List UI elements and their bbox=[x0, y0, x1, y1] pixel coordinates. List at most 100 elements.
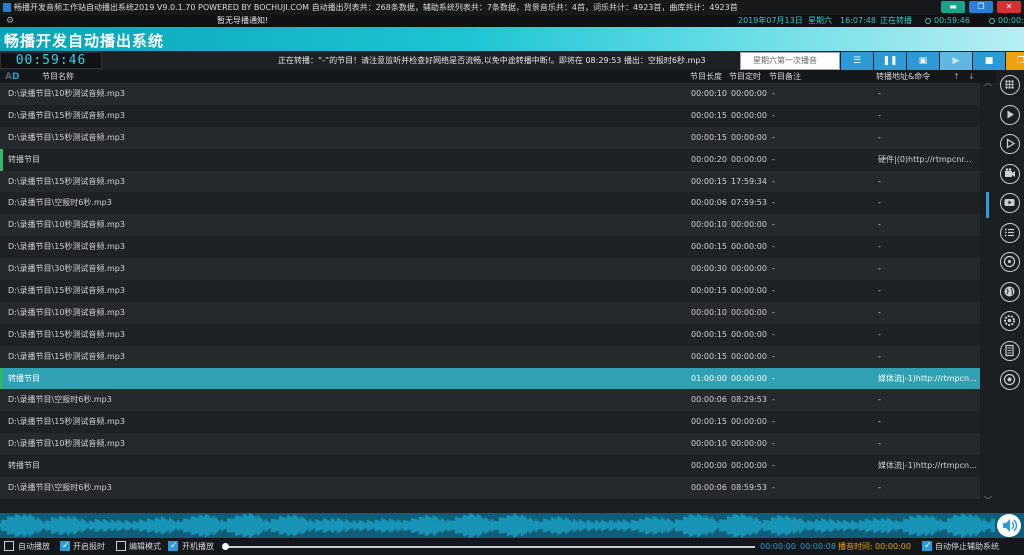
window-button[interactable]: ❐ bbox=[1006, 52, 1024, 70]
sort-down-icon[interactable]: ↓ bbox=[968, 70, 975, 83]
play-outline-icon bbox=[1006, 138, 1016, 149]
table-row[interactable]: 转播节目 01:00:00 00:00:00- 媒体流|-1)http://rtmpc… bbox=[0, 367, 980, 390]
column-name-header[interactable]: 节目名称 bbox=[42, 70, 74, 83]
table-row[interactable]: D:\录播节目\10秒测试音频.mp3 00:00:10 00:00:00- - bbox=[0, 301, 980, 324]
volume-button[interactable] bbox=[997, 514, 1021, 537]
minimize-button[interactable]: ▬ bbox=[941, 1, 965, 13]
grid-button[interactable] bbox=[1000, 75, 1020, 95]
grid-icon bbox=[1005, 80, 1014, 89]
program-scheduled-time: 00:00:00 bbox=[731, 417, 767, 427]
scroll-thumb[interactable] bbox=[986, 192, 989, 218]
program-duration: 00:00:10 bbox=[691, 307, 727, 317]
relay-address: - bbox=[878, 264, 881, 274]
table-row[interactable]: D:\录播节目\空报时6秒.mp3 00:00:06 08:29:53- - bbox=[0, 389, 980, 412]
program-duration: 00:00:10 bbox=[691, 439, 727, 449]
pause-icon: ❚❚ bbox=[882, 56, 898, 66]
relay-address: - bbox=[878, 242, 881, 252]
disc-button[interactable] bbox=[1000, 252, 1020, 272]
chrome-button[interactable] bbox=[1000, 370, 1020, 390]
play-outline-button[interactable] bbox=[1000, 134, 1020, 154]
table-row[interactable]: D:\录播节目\30秒测试音频.mp3 00:00:30 00:00:00- - bbox=[0, 258, 980, 281]
time-signal-checkbox[interactable] bbox=[60, 538, 70, 555]
auto-play-checkbox[interactable] bbox=[4, 541, 14, 551]
program-duration: 00:00:15 bbox=[691, 351, 727, 361]
program-scheduled-time: 00:00:00 bbox=[731, 220, 767, 230]
power-on-play-checkbox[interactable] bbox=[168, 538, 178, 555]
table-row[interactable]: 转播节目 00:00:20 00:00:00- 硬件|(0)http://rtmpcn… bbox=[0, 148, 980, 171]
save-button[interactable]: ▣ bbox=[907, 52, 939, 70]
table-row[interactable]: 转播节目 00:00:00 00:00:00- 媒体流|-1)http://rtmpc… bbox=[0, 455, 980, 478]
close-button[interactable]: ✕ bbox=[997, 1, 1021, 13]
progress-knob[interactable] bbox=[222, 543, 229, 550]
relay-address: 硬件|(0)http://rtmpcnr... bbox=[878, 154, 972, 164]
program-name: 转播节目 bbox=[8, 373, 40, 383]
auto-stop-aux-checkbox[interactable] bbox=[922, 538, 932, 555]
program-scheduled-time: 00:00:00 bbox=[731, 242, 767, 252]
scroll-down-icon[interactable]: ﹀ bbox=[982, 496, 994, 506]
program-duration: 00:00:15 bbox=[691, 417, 727, 427]
scroll-up-icon[interactable]: ︿ bbox=[982, 78, 994, 88]
playback-controls: ☰ ❚❚ ▣ ▶ ■ ❐ bbox=[841, 52, 1024, 70]
relay-address: - bbox=[878, 286, 881, 296]
table-row[interactable]: D:\录播节目\15秒测试音频.mp3 00:00:15 00:00:00- - bbox=[0, 323, 980, 346]
maximize-button[interactable]: ❐ bbox=[969, 1, 993, 13]
table-row[interactable]: D:\录播节目\15秒测试音频.mp3 00:00:15 00:00:00- - bbox=[0, 236, 980, 259]
table-body: D:\录播节目\10秒测试音频.mp3 00:00:10 00:00:00- - D:\… bbox=[0, 83, 980, 499]
relay-address: - bbox=[878, 307, 881, 317]
status-dot-icon bbox=[989, 18, 995, 24]
status-dot-icon bbox=[925, 18, 931, 24]
window-controls: ▬ ❐ ✕ bbox=[941, 1, 1021, 14]
table-row[interactable]: D:\录播节目\15秒测试音频.mp3 00:00:15 00:00:00- - bbox=[0, 104, 980, 127]
table-row[interactable]: D:\录播节目\空报时6秒.mp3 00:00:06 07:59:53- - bbox=[0, 192, 980, 215]
table-row[interactable]: D:\录播节目\10秒测试音频.mp3 00:00:10 00:00:00- - bbox=[0, 83, 980, 105]
column-note-header[interactable]: 节目备注 bbox=[769, 70, 801, 83]
camera-button[interactable] bbox=[1000, 163, 1020, 184]
program-scheduled-time: 00:00:00 bbox=[731, 307, 767, 317]
list-button[interactable] bbox=[1000, 222, 1020, 243]
gear-icon[interactable]: ⚙ bbox=[6, 15, 14, 27]
playback-progress[interactable] bbox=[222, 543, 755, 550]
program-note: - bbox=[772, 89, 775, 98]
time-signal-label: 开启报时 bbox=[73, 542, 105, 551]
table-row[interactable]: D:\录播节目\空报时6秒.mp3 00:00:06 08:59:53- - bbox=[0, 477, 980, 499]
table-row[interactable]: D:\录播节目\15秒测试音频.mp3 00:00:15 00:00:00- - bbox=[0, 280, 980, 302]
column-scheduled-header[interactable]: 节目定时 bbox=[729, 70, 761, 83]
column-address-header[interactable]: 转播地址&命令 bbox=[876, 70, 930, 83]
current-weekday: 星期六 bbox=[808, 16, 832, 25]
globe-button[interactable] bbox=[1000, 281, 1020, 302]
table-scrollbar[interactable]: ︿ ﹀ bbox=[982, 78, 994, 506]
pause-button[interactable]: ❚❚ bbox=[874, 52, 906, 70]
schedule-selector[interactable]: 星期六第一次播音 bbox=[740, 52, 840, 70]
table-row[interactable]: D:\录播节目\15秒测试音频.mp3 00:00:15 00:00:00- - bbox=[0, 345, 980, 368]
play-circle-icon bbox=[1007, 110, 1014, 118]
program-name: D:\录播节目\空报时6秒.mp3 bbox=[8, 395, 112, 405]
play-circle-button[interactable] bbox=[1000, 104, 1020, 125]
table-row[interactable]: D:\录播节目\10秒测试音频.mp3 00:00:10 00:00:00- - bbox=[0, 214, 980, 237]
app-banner: 畅播开发自动播出系统 bbox=[0, 27, 1024, 51]
program-duration: 00:00:20 bbox=[691, 154, 727, 164]
relay-address: - bbox=[878, 176, 881, 186]
list-button[interactable]: ☰ bbox=[841, 52, 873, 70]
play-button[interactable]: ▶ bbox=[940, 52, 972, 70]
table-row[interactable]: D:\录播节目\15秒测试音频.mp3 00:00:15 00:00:00- - bbox=[0, 126, 980, 149]
sort-up-icon[interactable]: ↑ bbox=[953, 70, 960, 83]
playlist-table: AD 节目名称 节目长度 节目定时 节目备注 转播地址&命令 ↑ ↓ D:\录播… bbox=[0, 70, 996, 513]
program-duration: 00:00:06 bbox=[691, 395, 727, 405]
edit-mode-checkbox[interactable] bbox=[116, 541, 126, 551]
tool-sidebar bbox=[996, 70, 1024, 513]
stop-icon: ■ bbox=[984, 56, 994, 66]
relay-address: - bbox=[878, 220, 881, 230]
program-note: - bbox=[772, 373, 775, 383]
table-row[interactable]: D:\录播节目\15秒测试音频.mp3 00:00:15 00:00:00- - bbox=[0, 411, 980, 434]
settings-button[interactable] bbox=[1000, 311, 1020, 331]
table-row[interactable]: D:\录播节目\10秒测试音频.mp3 00:00:10 00:00:00- - bbox=[0, 433, 980, 456]
stop-button[interactable]: ■ bbox=[973, 52, 1005, 70]
globe-icon bbox=[1004, 286, 1015, 296]
program-scheduled-time: 00:00:00 bbox=[731, 264, 767, 274]
video-button[interactable] bbox=[1000, 193, 1020, 213]
program-note: - bbox=[772, 351, 775, 361]
table-row[interactable]: D:\录播节目\15秒测试音频.mp3 00:00:15 17:59:34- - bbox=[0, 170, 980, 193]
program-scheduled-time: 00:00:00 bbox=[731, 286, 767, 296]
column-duration-header[interactable]: 节目长度 bbox=[690, 70, 722, 83]
document-button[interactable] bbox=[1000, 340, 1020, 361]
